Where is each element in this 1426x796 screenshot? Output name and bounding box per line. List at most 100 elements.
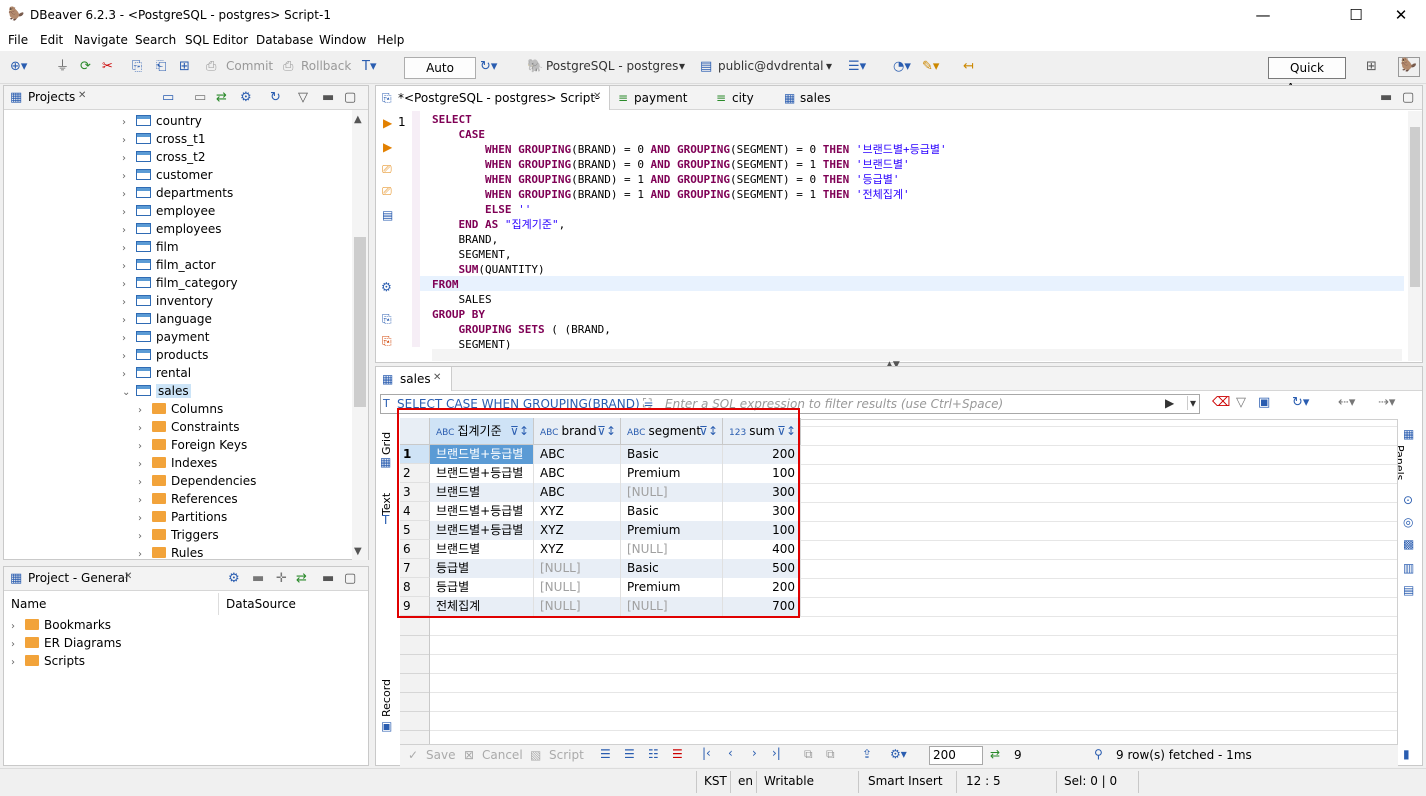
sql-line[interactable]: END AS "집계기준", (432, 217, 566, 232)
execute-in-new-tab-icon[interactable]: ▶ (383, 140, 392, 154)
tree-table-film-actor[interactable]: › film_actor (122, 256, 216, 274)
new-script-icon[interactable]: ⊞ (179, 59, 190, 75)
chevron-down-icon[interactable]: ⌄ (122, 384, 136, 402)
maximize-panel-icon[interactable]: ▢ (344, 90, 356, 106)
fetch-next-icon[interactable]: ⧉ (804, 747, 813, 762)
edit-row-icon[interactable]: ☰ (600, 747, 611, 761)
tree-item-scripts[interactable]: › Scripts (11, 652, 85, 670)
tree-folder-rules[interactable]: › Rules (138, 544, 203, 562)
new-connection-icon[interactable]: ⊕▾ (10, 59, 27, 75)
last-page-icon[interactable]: ›| (772, 746, 781, 760)
refresh-results-icon[interactable]: ↻▾ (1292, 395, 1309, 411)
tree-table-employees[interactable]: › employees (122, 220, 221, 238)
text-view-icon[interactable]: T (382, 513, 389, 527)
sql-line[interactable]: GROUPING SETS ( (BRAND, (432, 322, 611, 337)
load-script-icon[interactable]: ⎘ (382, 312, 392, 327)
sql-line[interactable]: BRAND, (432, 232, 498, 247)
minimize-button[interactable]: — (1240, 0, 1286, 30)
save-filter-icon[interactable]: ▣ (1258, 395, 1270, 411)
menu-edit[interactable]: Edit (40, 33, 63, 47)
sql-line[interactable]: CASE (432, 127, 486, 142)
maximize-button[interactable]: ☐ (1333, 0, 1379, 30)
tree-table-rental[interactable]: › rental (122, 364, 191, 382)
add-icon[interactable]: ✛ (276, 571, 287, 587)
menu-navigate[interactable]: Navigate (74, 33, 128, 47)
prev-page-icon[interactable]: ‹ (728, 746, 733, 760)
tree-table-sales[interactable]: ⌄ sales (122, 382, 191, 400)
settings-gear-icon[interactable]: ⚙ (228, 571, 240, 587)
schema-dropdown-icon[interactable]: ▾ (826, 59, 832, 73)
quick-access-field[interactable]: Quick Access (1268, 57, 1346, 95)
delete-row-icon[interactable]: ☰ (672, 747, 683, 761)
project-general-tab[interactable]: Project - General (28, 571, 128, 585)
tree-table-cross-t2[interactable]: › cross_t2 (122, 148, 205, 166)
sql-line[interactable]: SEGMENT) (432, 337, 511, 352)
tree-folder-indexes[interactable]: › Indexes (138, 454, 217, 472)
connection-dropdown-icon[interactable]: ▾ (679, 59, 685, 73)
fetch-size-input[interactable]: 200 (929, 746, 983, 765)
tree-table-departments[interactable]: › departments (122, 184, 233, 202)
link-editor-icon[interactable]: ⇄ (216, 90, 227, 106)
clear-filter-icon[interactable]: ⌫ (1212, 395, 1230, 411)
projects-close-icon[interactable]: ✕ (78, 90, 86, 101)
tree-table-cross-t1[interactable]: › cross_t1 (122, 130, 205, 148)
back-icon[interactable]: ⇠▾ (1338, 395, 1355, 411)
refresh-icon[interactable]: ↻ (270, 90, 281, 106)
record-view-tab[interactable]: Record (380, 679, 393, 717)
open-script-icon[interactable]: ⎗ (156, 59, 166, 75)
close-button[interactable]: ✕ (1378, 0, 1424, 30)
link-icon[interactable]: ⇄ (296, 571, 307, 587)
reconnect-icon[interactable]: ⟳ (80, 59, 91, 75)
panel-meta-icon[interactable]: ▤ (1403, 583, 1414, 597)
tree-table-film-category[interactable]: › film_category (122, 274, 238, 292)
view-menu-icon[interactable]: ▽ (298, 90, 308, 106)
connect-icon[interactable]: ⏚ (56, 59, 69, 75)
cancel-button[interactable]: Cancel (482, 748, 523, 762)
execute-statement-icon[interactable]: ▶ (383, 116, 392, 130)
tree-table-employee[interactable]: › employee (122, 202, 215, 220)
add-row-icon[interactable]: ☰ (624, 747, 635, 761)
cancel-icon[interactable]: ⊠ (464, 748, 474, 762)
sql-line[interactable]: SEGMENT, (432, 247, 511, 262)
filter-settings-icon[interactable]: ▽ (1236, 395, 1246, 411)
sql-line[interactable]: WHEN GROUPING(BRAND) = 1 AND GROUPING(SE… (432, 172, 900, 187)
dashboard-icon[interactable]: ◔▾ (893, 59, 911, 75)
panel-calc-icon[interactable]: ◎ (1403, 515, 1413, 529)
explain-plan-icon[interactable]: ▤ (382, 208, 393, 222)
panel-toggle-icon[interactable]: ▮ (1403, 747, 1410, 761)
rollback-button[interactable]: Rollback (301, 59, 351, 73)
panel-chart-icon[interactable]: ▥ (1403, 561, 1414, 575)
sql-line[interactable]: FROM (432, 277, 459, 292)
menu-help[interactable]: Help (377, 33, 404, 47)
tab-close-icon[interactable]: ✕ (593, 91, 601, 102)
tools-icon[interactable]: ✎▾ (922, 59, 939, 75)
minimize-editor-icon[interactable]: ▬ (1380, 90, 1392, 106)
panels-icon[interactable]: ▦ (1403, 427, 1414, 441)
tree-table-language[interactable]: › language (122, 310, 212, 328)
filter-history-icon[interactable]: ▾ (1187, 396, 1196, 410)
history-icon[interactable]: ↻▾ (480, 59, 497, 75)
sql-line[interactable]: GROUP BY (432, 307, 485, 322)
grid-view-tab[interactable]: Grid (380, 432, 393, 455)
menu-database[interactable]: Database (256, 33, 313, 47)
menu-sql-editor[interactable]: SQL Editor (185, 33, 248, 47)
commit-icon[interactable]: ⎙ (206, 59, 216, 75)
tree-folder-dependencies[interactable]: › Dependencies (138, 472, 256, 490)
script-icon[interactable]: ▧ (530, 748, 541, 762)
chevron-right-icon[interactable]: › (138, 546, 152, 564)
fetch-all-icon[interactable]: ⧉ (826, 747, 835, 762)
results-settings-icon[interactable]: ⚙▾ (890, 747, 907, 761)
tree-item-er-diagrams[interactable]: › ER Diagrams (11, 634, 122, 652)
scroll-thumb[interactable] (354, 237, 366, 407)
disconnect-icon[interactable]: ✂ (102, 59, 113, 75)
refresh-count-icon[interactable]: ⇄ (990, 747, 1000, 761)
new-folder-icon[interactable]: ▭ (162, 90, 174, 106)
record-icon[interactable]: ▣ (381, 719, 392, 733)
collapse-all-icon[interactable]: ▭ (194, 90, 206, 106)
minimize-panel-icon[interactable]: ▬ (322, 90, 334, 106)
save-results-icon[interactable]: ✓ (408, 748, 418, 762)
editor-settings-gear-icon[interactable]: ⚙ (381, 280, 392, 294)
execute-script-icon[interactable]: ⎚ (382, 162, 392, 177)
tree-item-bookmarks[interactable]: › Bookmarks (11, 616, 111, 634)
collapse-icon[interactable]: ▬ (252, 571, 264, 587)
